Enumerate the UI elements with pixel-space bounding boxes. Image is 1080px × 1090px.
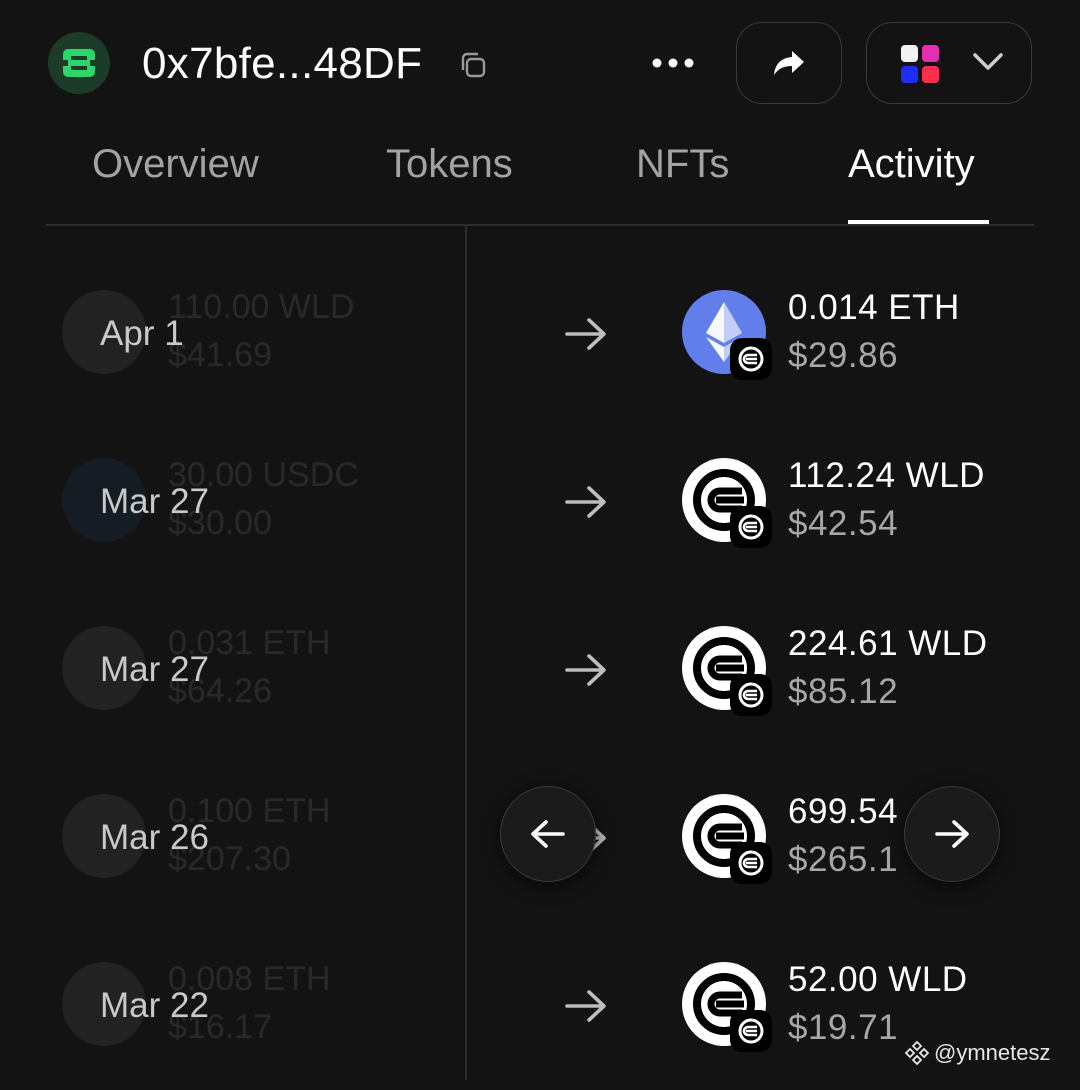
worldchain-icon [738, 346, 764, 372]
tab-nfts[interactable]: NFTs [636, 142, 729, 187]
copy-address-button[interactable] [458, 50, 488, 80]
activity-date: Mar 26 [100, 818, 209, 857]
received-usd: $265.1 [788, 840, 899, 879]
swap-arrow-icon [565, 486, 606, 518]
received-amount: 0.014 ETH [788, 288, 960, 327]
tab-tokens[interactable]: Tokens [386, 142, 513, 187]
worldchain-icon [738, 850, 764, 876]
worldchain-badge [730, 338, 772, 380]
wallet-address: 0x7bfe...48DF [142, 39, 423, 88]
tab-activity[interactable]: Activity [848, 142, 975, 187]
more-icon [652, 58, 694, 68]
wallet-apps-icon [901, 45, 939, 83]
arrow-right-icon [935, 820, 969, 848]
activity-row[interactable]: 110.00 WLD $41.69 Apr 1 0.014 ETH $29.86 [0, 250, 1080, 418]
watermark-handle: @ymnetesz [934, 1040, 1051, 1065]
worldchain-badge [730, 674, 772, 716]
wallet-logo [48, 32, 110, 94]
activity-row[interactable]: 30.00 USDC $30.00 Mar 27 112.24 WLD $42.… [0, 418, 1080, 586]
active-tab-indicator [848, 220, 989, 224]
more-options-button[interactable] [648, 40, 698, 86]
worldchain-badge [730, 842, 772, 884]
received-amount: 112.24 WLD [788, 456, 985, 495]
worldchain-badge [730, 1010, 772, 1052]
connected-wallets-button[interactable] [866, 22, 1032, 104]
previous-button[interactable] [500, 786, 596, 882]
received-usd: $85.12 [788, 672, 899, 711]
share-icon [774, 51, 804, 75]
received-amount: 699.54 [788, 792, 899, 831]
copy-icon [461, 52, 486, 78]
watermark: @ymnetesz [904, 1040, 1050, 1066]
worldchain-icon [738, 1018, 764, 1044]
activity-row[interactable]: 0.031 ETH $64.26 Mar 27 224.61 WLD $85.1… [0, 586, 1080, 754]
received-amount: 52.00 WLD [788, 960, 968, 999]
binance-logo-icon [904, 1040, 930, 1066]
worldchain-icon [738, 514, 764, 540]
header: 0x7bfe...48DF [0, 0, 1080, 128]
arrow-left-icon [531, 820, 565, 848]
sent-amount: 110.00 WLD [168, 288, 355, 326]
swap-arrow-icon [565, 990, 606, 1022]
tab-overview[interactable]: Overview [92, 142, 259, 187]
activity-date: Mar 27 [100, 482, 209, 521]
worldchain-badge [730, 506, 772, 548]
activity-date: Apr 1 [100, 314, 184, 353]
activity-date: Mar 22 [100, 986, 209, 1025]
next-button[interactable] [904, 786, 1000, 882]
received-usd: $29.86 [788, 336, 899, 375]
share-button[interactable] [736, 22, 842, 104]
chevron-down-icon [973, 53, 1003, 70]
received-usd: $42.54 [788, 504, 899, 543]
swap-arrow-icon [565, 318, 606, 350]
received-amount: 224.61 WLD [788, 624, 988, 663]
tab-bar: Overview Tokens NFTs Activity [46, 128, 1034, 226]
swap-arrow-icon [565, 654, 606, 686]
received-usd: $19.71 [788, 1008, 899, 1047]
worldchain-icon [738, 682, 764, 708]
activity-date: Mar 27 [100, 650, 209, 689]
wallet-logo-icon [63, 49, 95, 77]
